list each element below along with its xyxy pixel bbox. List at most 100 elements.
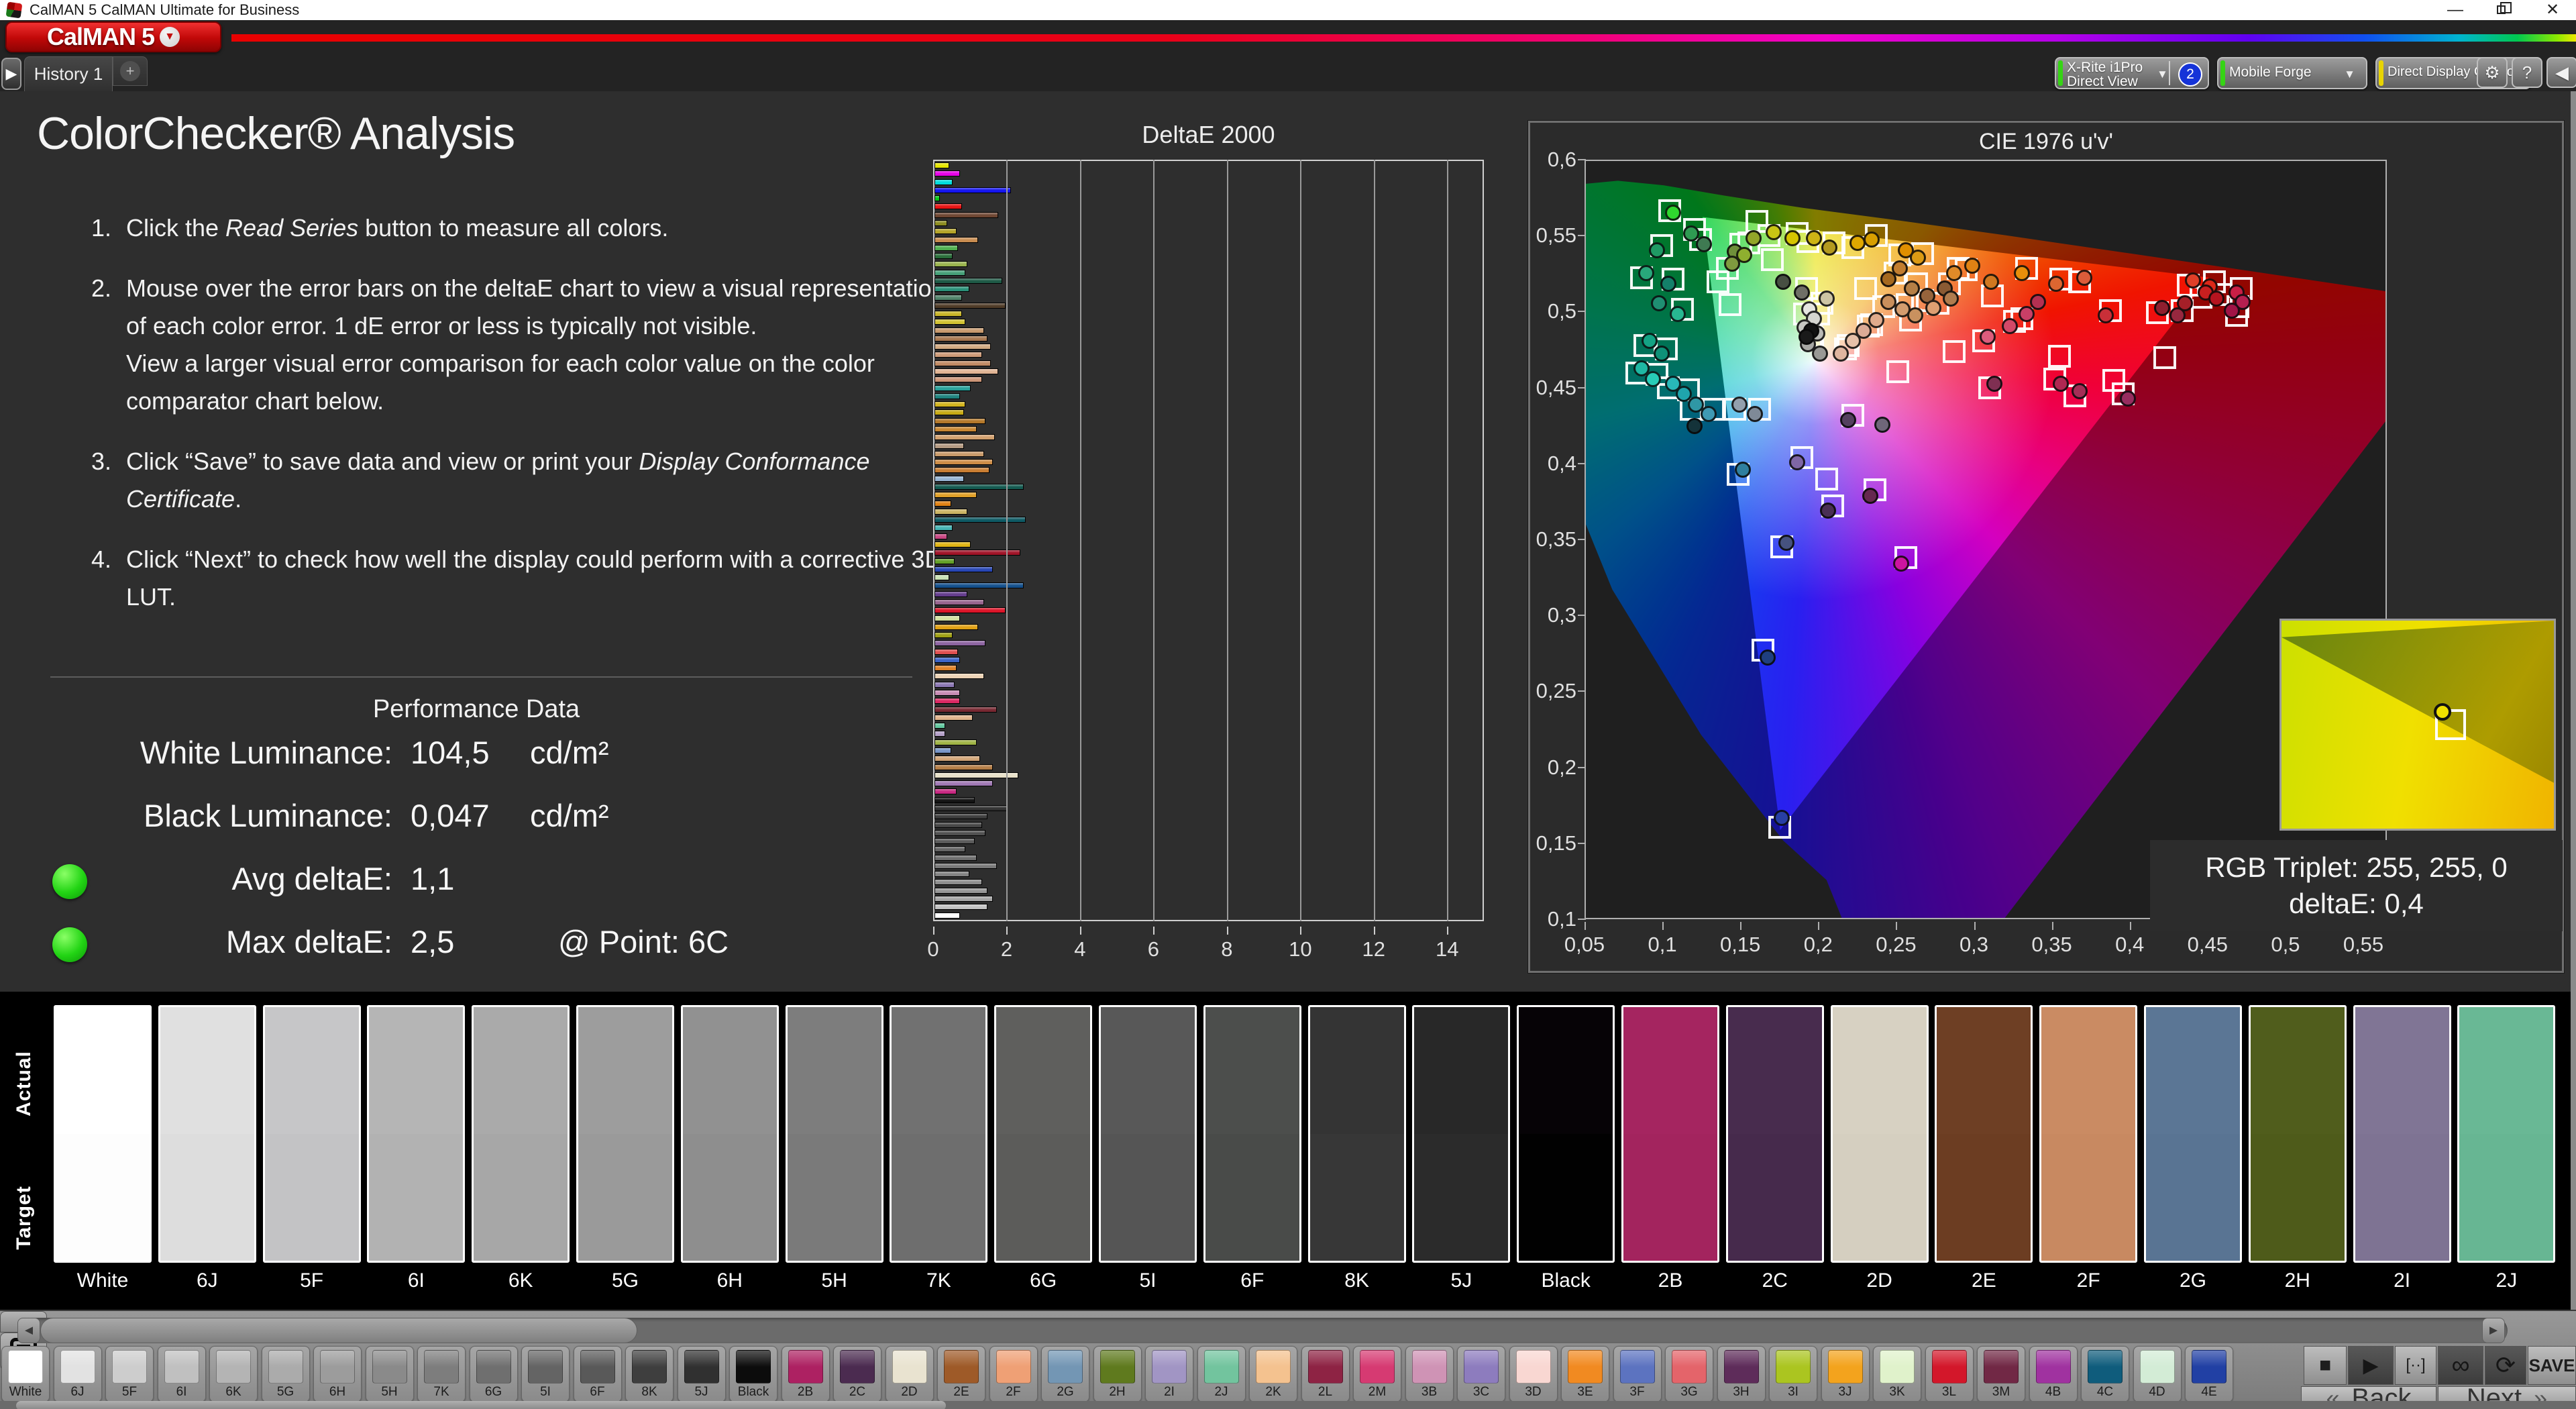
deltae-error-bar[interactable]: [934, 624, 978, 630]
deltae-error-bar[interactable]: [934, 327, 984, 333]
patch-button-6I[interactable]: 6I: [158, 1346, 206, 1402]
deltae-error-bar[interactable]: [934, 682, 955, 688]
deltae-error-bar[interactable]: [934, 838, 975, 844]
deltae-error-bar[interactable]: [934, 615, 960, 621]
deltae-error-bar[interactable]: [934, 657, 960, 663]
patch-button-2B[interactable]: 2B: [782, 1346, 830, 1402]
deltae-error-bar[interactable]: [934, 319, 965, 325]
patch-button-3H[interactable]: 3H: [1717, 1346, 1766, 1402]
deltae-error-bar[interactable]: [934, 640, 985, 646]
deltae-error-bar[interactable]: [934, 599, 984, 605]
comparator-swatch[interactable]: [890, 1005, 987, 1263]
comparator-swatch[interactable]: [1203, 1005, 1301, 1263]
deltae-error-bar[interactable]: [934, 434, 995, 440]
comparator-swatch[interactable]: [2039, 1005, 2137, 1263]
save-button[interactable]: SAVE: [2528, 1346, 2576, 1385]
patch-button-2I[interactable]: 2I: [1145, 1346, 1193, 1402]
display-control-dropdown[interactable]: Direct Display Control ▼: [2375, 57, 2531, 89]
deltae-error-bar[interactable]: [934, 764, 993, 770]
patch-button-8K[interactable]: 8K: [625, 1346, 674, 1402]
deltae-error-bar[interactable]: [934, 747, 951, 753]
refresh-button[interactable]: ⟳: [2485, 1346, 2526, 1385]
comparator-swatch[interactable]: [2353, 1005, 2451, 1263]
patch-button-6F[interactable]: 6F: [574, 1346, 622, 1402]
meter-dropdown[interactable]: X-Rite i1Pro Direct View ▼ 2: [2055, 57, 2209, 89]
add-tab-button[interactable]: +: [113, 56, 148, 86]
close-button[interactable]: ✕: [2532, 0, 2573, 20]
deltae-error-bar[interactable]: [934, 426, 977, 432]
deltae-error-bar[interactable]: [934, 690, 960, 696]
deltae-error-bar[interactable]: [934, 731, 945, 737]
calman-menu-button[interactable]: CalMAN 5 ▼: [5, 21, 221, 52]
comparator-swatch[interactable]: [263, 1005, 361, 1263]
vertical-scrollbar[interactable]: [2571, 91, 2576, 1310]
source-dropdown[interactable]: Mobile Forge ▼: [2217, 57, 2367, 89]
patch-button-2K[interactable]: 2K: [1249, 1346, 1297, 1402]
deltae-error-bar[interactable]: [934, 822, 982, 828]
scroll-left-button[interactable]: ◄: [17, 1318, 40, 1343]
comparator-swatch[interactable]: [367, 1005, 465, 1263]
deltae-error-bar[interactable]: [934, 162, 949, 168]
deltae-error-bar[interactable]: [934, 846, 965, 852]
deltae-error-bar[interactable]: [934, 896, 993, 902]
comparator-swatch[interactable]: [1935, 1005, 2033, 1263]
comparator-swatch[interactable]: [1308, 1005, 1406, 1263]
deltae-error-bar[interactable]: [934, 295, 962, 301]
deltae-error-bar[interactable]: [934, 368, 998, 374]
deltae-error-bar[interactable]: [934, 492, 977, 498]
comparator-swatch[interactable]: [2249, 1005, 2347, 1263]
deltae-error-bar[interactable]: [934, 418, 985, 424]
deltae-error-bar[interactable]: [934, 459, 993, 465]
deltae-error-bar[interactable]: [934, 467, 989, 473]
deltae-error-bar[interactable]: [934, 393, 960, 399]
deltae-error-bar[interactable]: [934, 830, 985, 836]
deltae-error-bar[interactable]: [934, 755, 980, 762]
patch-button-2D[interactable]: 2D: [885, 1346, 934, 1402]
patch-button-2G[interactable]: 2G: [1041, 1346, 1089, 1402]
comparator-swatch[interactable]: [158, 1005, 256, 1263]
patch-button-3B[interactable]: 3B: [1405, 1346, 1454, 1402]
patch-button-4B[interactable]: 4B: [2029, 1346, 2078, 1402]
deltae-error-bar[interactable]: [934, 228, 957, 234]
restore-button[interactable]: [2482, 0, 2522, 20]
patch-button-2H[interactable]: 2H: [1093, 1346, 1142, 1402]
comparator-swatch[interactable]: [1412, 1005, 1510, 1263]
deltae-error-bar[interactable]: [934, 582, 1024, 588]
patch-button-2E[interactable]: 2E: [937, 1346, 985, 1402]
comparator-swatch[interactable]: [1831, 1005, 1929, 1263]
deltae-error-bar[interactable]: [934, 855, 977, 861]
deltae-error-bar[interactable]: [934, 566, 993, 572]
deltae-error-bar[interactable]: [934, 533, 947, 539]
deltae-error-bar[interactable]: [934, 195, 940, 201]
deltae-error-bar[interactable]: [934, 261, 967, 267]
deltae-error-bar[interactable]: [934, 888, 987, 894]
read-series-button[interactable]: [··]: [2395, 1346, 2436, 1385]
patch-button-3D[interactable]: 3D: [1509, 1346, 1558, 1402]
deltae-error-bar[interactable]: [934, 385, 971, 391]
deltae-error-bar[interactable]: [934, 550, 1020, 556]
deltae-error-bar[interactable]: [934, 376, 982, 382]
patch-button-3F[interactable]: 3F: [1613, 1346, 1662, 1402]
deltae-error-bar[interactable]: [934, 335, 987, 342]
comparator-swatch[interactable]: [681, 1005, 779, 1263]
loop-button[interactable]: ∞: [2438, 1346, 2483, 1385]
deltae-error-bar[interactable]: [934, 360, 991, 366]
deltae-error-bar[interactable]: [934, 501, 951, 507]
deltae-error-bar[interactable]: [934, 772, 1018, 778]
deltae-error-bar[interactable]: [934, 476, 964, 482]
patch-button-4D[interactable]: 4D: [2133, 1346, 2182, 1402]
patch-button-6H[interactable]: 6H: [313, 1346, 362, 1402]
comparator-swatch[interactable]: [1517, 1005, 1615, 1263]
deltae-error-bar[interactable]: [934, 179, 953, 185]
comparator-swatch[interactable]: [1099, 1005, 1197, 1263]
deltae-error-bar[interactable]: [934, 517, 1026, 523]
patch-scrollbar-thumb[interactable]: [40, 1318, 637, 1343]
comparator-swatch[interactable]: [2457, 1005, 2555, 1263]
deltae-error-bar[interactable]: [934, 509, 967, 515]
deltae-error-bar[interactable]: [934, 270, 965, 276]
patch-button-2M[interactable]: 2M: [1353, 1346, 1401, 1402]
patch-button-6J[interactable]: 6J: [54, 1346, 102, 1402]
deltae-error-bar[interactable]: [934, 278, 1002, 284]
patch-button-3M[interactable]: 3M: [1977, 1346, 2025, 1402]
patch-button-6K[interactable]: 6K: [209, 1346, 258, 1402]
